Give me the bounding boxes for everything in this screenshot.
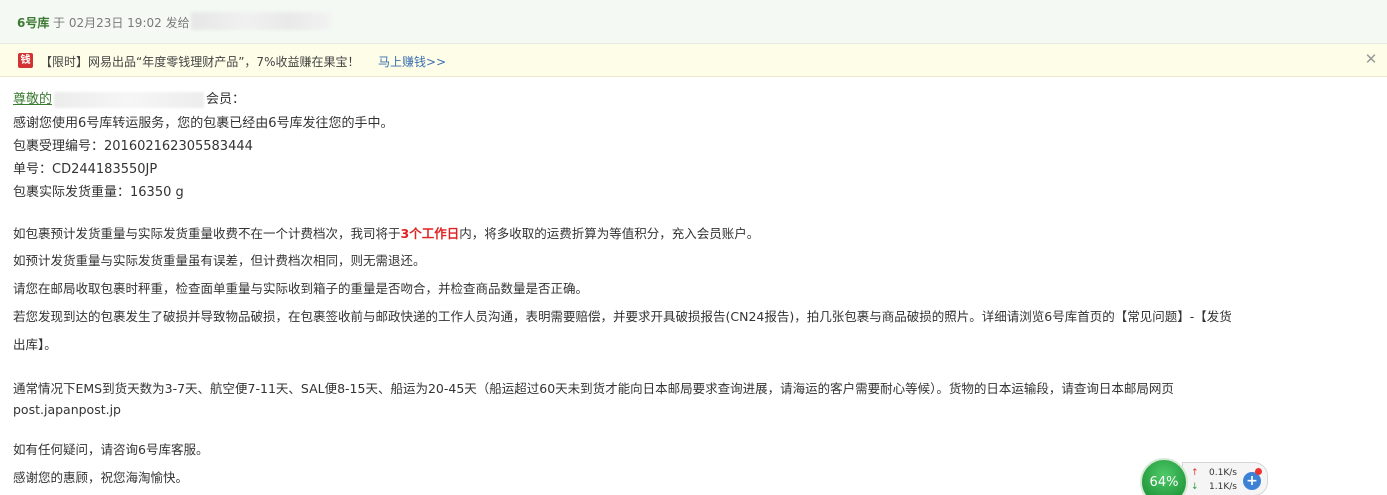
download-speed: 1.1K/s (1209, 482, 1237, 492)
refund-policy-text-b: 内，将多收取的运费折算为等值积分，充入会员账户。 (459, 226, 760, 241)
contact-paragraph: 如有任何疑问，请咨询6号库客服。 (13, 442, 209, 457)
upload-speed: 0.1K/s (1209, 468, 1237, 478)
order-number-line: 单号：CD244183550JP (13, 162, 158, 177)
memory-usage-ball[interactable]: 64% (1140, 458, 1188, 495)
weigh-check-paragraph: 请您在邮局收取包裹时秤重，检查面单重量与实际收到箱子的重量是否吻合，并检查商品数… (13, 281, 589, 296)
network-speed-widget[interactable]: ↑ 0.1K/s ↓ 1.1K/s + 64% (1140, 455, 1268, 495)
redacted-username (54, 91, 205, 108)
greeting-suffix: 会员： (206, 92, 246, 107)
mail-header: 6号库 于 02月23日 19:02 发给 (0, 0, 1387, 44)
japanpost-link[interactable]: post.japanpost.jp (13, 400, 121, 420)
redacted-recipient (191, 12, 331, 30)
promo-text: 【限时】网易出品“年度零钱理财产品”，7%收益赚在果宝！ (40, 55, 360, 69)
close-icon[interactable]: ✕ (1363, 50, 1379, 68)
download-arrow-icon: ↓ (1191, 482, 1199, 492)
damage-paragraph-a: 若您发现到达的包裹发生了破损并导致物品破损，在包裹签收前与邮政快递的工作人员沟通… (13, 309, 1232, 324)
refund-policy-text-a: 如包裹预计发货重量与实际发货重量收费不在一个计费档次，我司将于 (13, 226, 401, 241)
speed-panel: ↑ 0.1K/s ↓ 1.1K/s + (1182, 462, 1268, 495)
weight-line: 包裹实际发货重量：16350 g (13, 185, 184, 200)
delivery-time-paragraph: 通常情况下EMS到货天数为3-7天、航空便7-11天、SAL便8-15天、船运为… (13, 381, 1174, 396)
closing-paragraph: 感谢您的惠顾，祝您海淘愉快。 (13, 470, 189, 485)
upload-arrow-icon: ↑ (1191, 468, 1199, 478)
send-meta: 于 02月23日 19:02 发给 (53, 16, 190, 30)
damage-paragraph-b: 出库】。 (13, 337, 57, 352)
refund-deadline: 3个工作日 (400, 226, 460, 241)
no-refund-paragraph: 如预计发货重量与实际发货重量虽有误差，但计费档次相同，则无需退还。 (13, 253, 426, 268)
money-logo-icon: 钱 (18, 53, 33, 68)
refund-policy-paragraph: 如包裹预计发货重量与实际发货重量收费不在一个计费档次，我司将于3个工作日内，将多… (13, 224, 759, 244)
promo-banner: 钱 【限时】网易出品“年度零钱理财产品”，7%收益赚在果宝！ 马上赚钱>> ✕ (0, 44, 1387, 77)
sender-name[interactable]: 6号库 (17, 14, 49, 31)
accept-number-line: 包裹受理编号：201602162305583444 (13, 139, 253, 154)
thanks-line: 感谢您使用6号库转运服务，您的包裹已经由6号库发往您的手中。 (13, 116, 394, 131)
promo-link[interactable]: 马上赚钱>> (378, 53, 446, 70)
greeting-link[interactable]: 尊敬的 (13, 92, 52, 107)
notification-dot (1255, 468, 1262, 475)
greeting: 尊敬的 会员： (13, 90, 245, 110)
